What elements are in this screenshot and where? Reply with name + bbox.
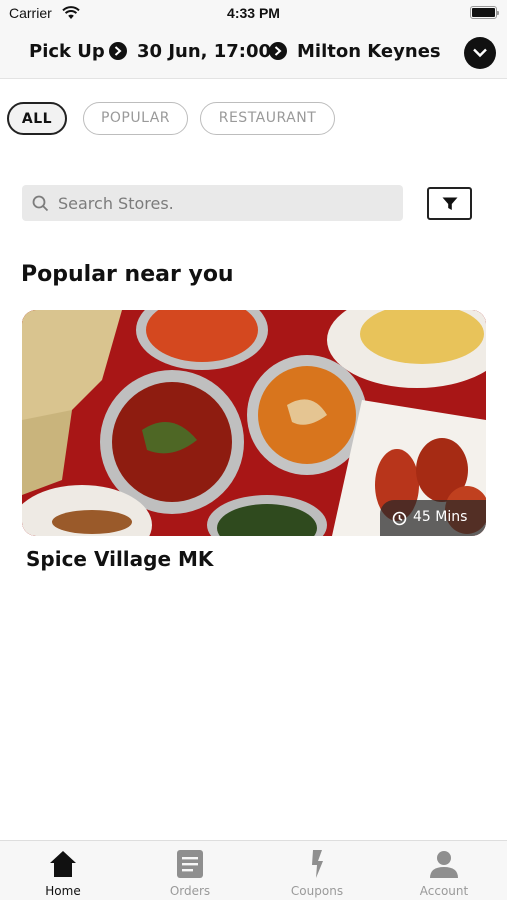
- status-bar: Carrier 4:33 PM: [0, 0, 507, 26]
- chevron-right-icon: [269, 42, 287, 60]
- eta-text: 45 Mins: [413, 509, 468, 525]
- orders-icon: [177, 850, 203, 878]
- tab-label-account: Account: [419, 884, 469, 898]
- store-name[interactable]: Spice Village MK: [26, 547, 213, 571]
- tab-bar: Home Orders Coupons Account: [0, 840, 507, 900]
- search-icon: [32, 195, 49, 212]
- tab-coupons[interactable]: Coupons: [254, 841, 380, 900]
- order-mode[interactable]: Pick Up: [29, 41, 105, 62]
- filter-chip-restaurant[interactable]: RESTAURANT: [200, 102, 335, 135]
- tab-account[interactable]: Account: [381, 841, 507, 900]
- status-time: 4:33 PM: [227, 5, 280, 21]
- tab-orders[interactable]: Orders: [127, 841, 253, 900]
- battery-icon: [470, 6, 499, 19]
- filter-chip-all[interactable]: ALL: [7, 102, 67, 135]
- header-dropdown-button[interactable]: [464, 37, 496, 69]
- filter-button[interactable]: [427, 187, 472, 220]
- chevron-down-icon: [473, 48, 487, 58]
- order-location[interactable]: Milton Keynes: [297, 41, 441, 62]
- home-icon: [50, 851, 76, 877]
- filter-icon: [442, 197, 458, 210]
- chevron-right-icon: [109, 42, 127, 60]
- store-card[interactable]: 45 Mins: [22, 310, 486, 536]
- account-icon: [430, 851, 458, 878]
- order-context-header: Pick Up 30 Jun, 17:00 Milton Keynes: [0, 26, 507, 79]
- clock-icon: [392, 511, 407, 526]
- order-datetime[interactable]: 30 Jun, 17:00: [137, 41, 271, 62]
- coupons-icon: [312, 850, 323, 878]
- tab-home[interactable]: Home: [0, 841, 126, 900]
- tab-label-orders: Orders: [169, 884, 211, 898]
- search-bar: [22, 185, 403, 221]
- search-input[interactable]: [58, 185, 398, 221]
- eta-badge: 45 Mins: [380, 500, 486, 536]
- section-title: Popular near you: [21, 262, 234, 287]
- filter-chip-popular[interactable]: POPULAR: [83, 102, 188, 135]
- tab-label-coupons: Coupons: [290, 884, 344, 898]
- tab-label-home: Home: [45, 884, 81, 898]
